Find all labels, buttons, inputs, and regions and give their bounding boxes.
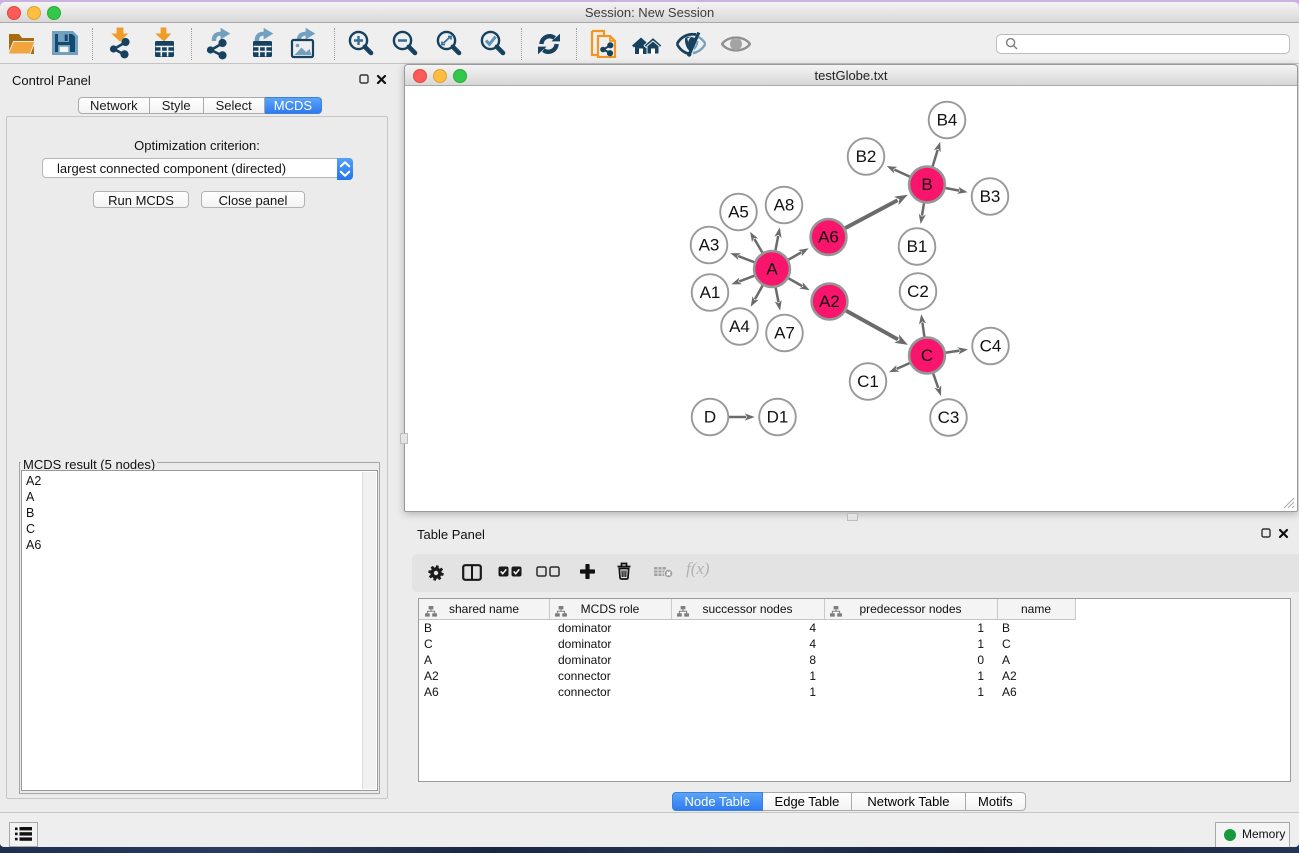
svg-text:C1: C1 — [857, 372, 879, 391]
svg-text:A6: A6 — [818, 228, 839, 247]
svg-text:B: B — [921, 175, 932, 194]
svg-text:B4: B4 — [937, 111, 958, 130]
svg-text:D: D — [704, 408, 716, 427]
svg-text:B1: B1 — [907, 237, 928, 256]
svg-text:C2: C2 — [907, 282, 929, 301]
svg-text:A5: A5 — [728, 203, 749, 222]
svg-text:C3: C3 — [938, 408, 960, 427]
svg-text:A3: A3 — [699, 236, 720, 255]
svg-text:A4: A4 — [729, 317, 750, 336]
svg-text:B3: B3 — [980, 187, 1001, 206]
svg-text:C: C — [921, 346, 933, 365]
svg-text:B2: B2 — [856, 147, 877, 166]
svg-text:D1: D1 — [767, 408, 789, 427]
svg-text:A1: A1 — [700, 283, 721, 302]
svg-text:A8: A8 — [774, 196, 795, 215]
svg-text:C4: C4 — [980, 337, 1002, 356]
svg-text:A: A — [766, 260, 778, 279]
svg-text:A7: A7 — [774, 324, 795, 343]
svg-text:A2: A2 — [819, 292, 840, 311]
